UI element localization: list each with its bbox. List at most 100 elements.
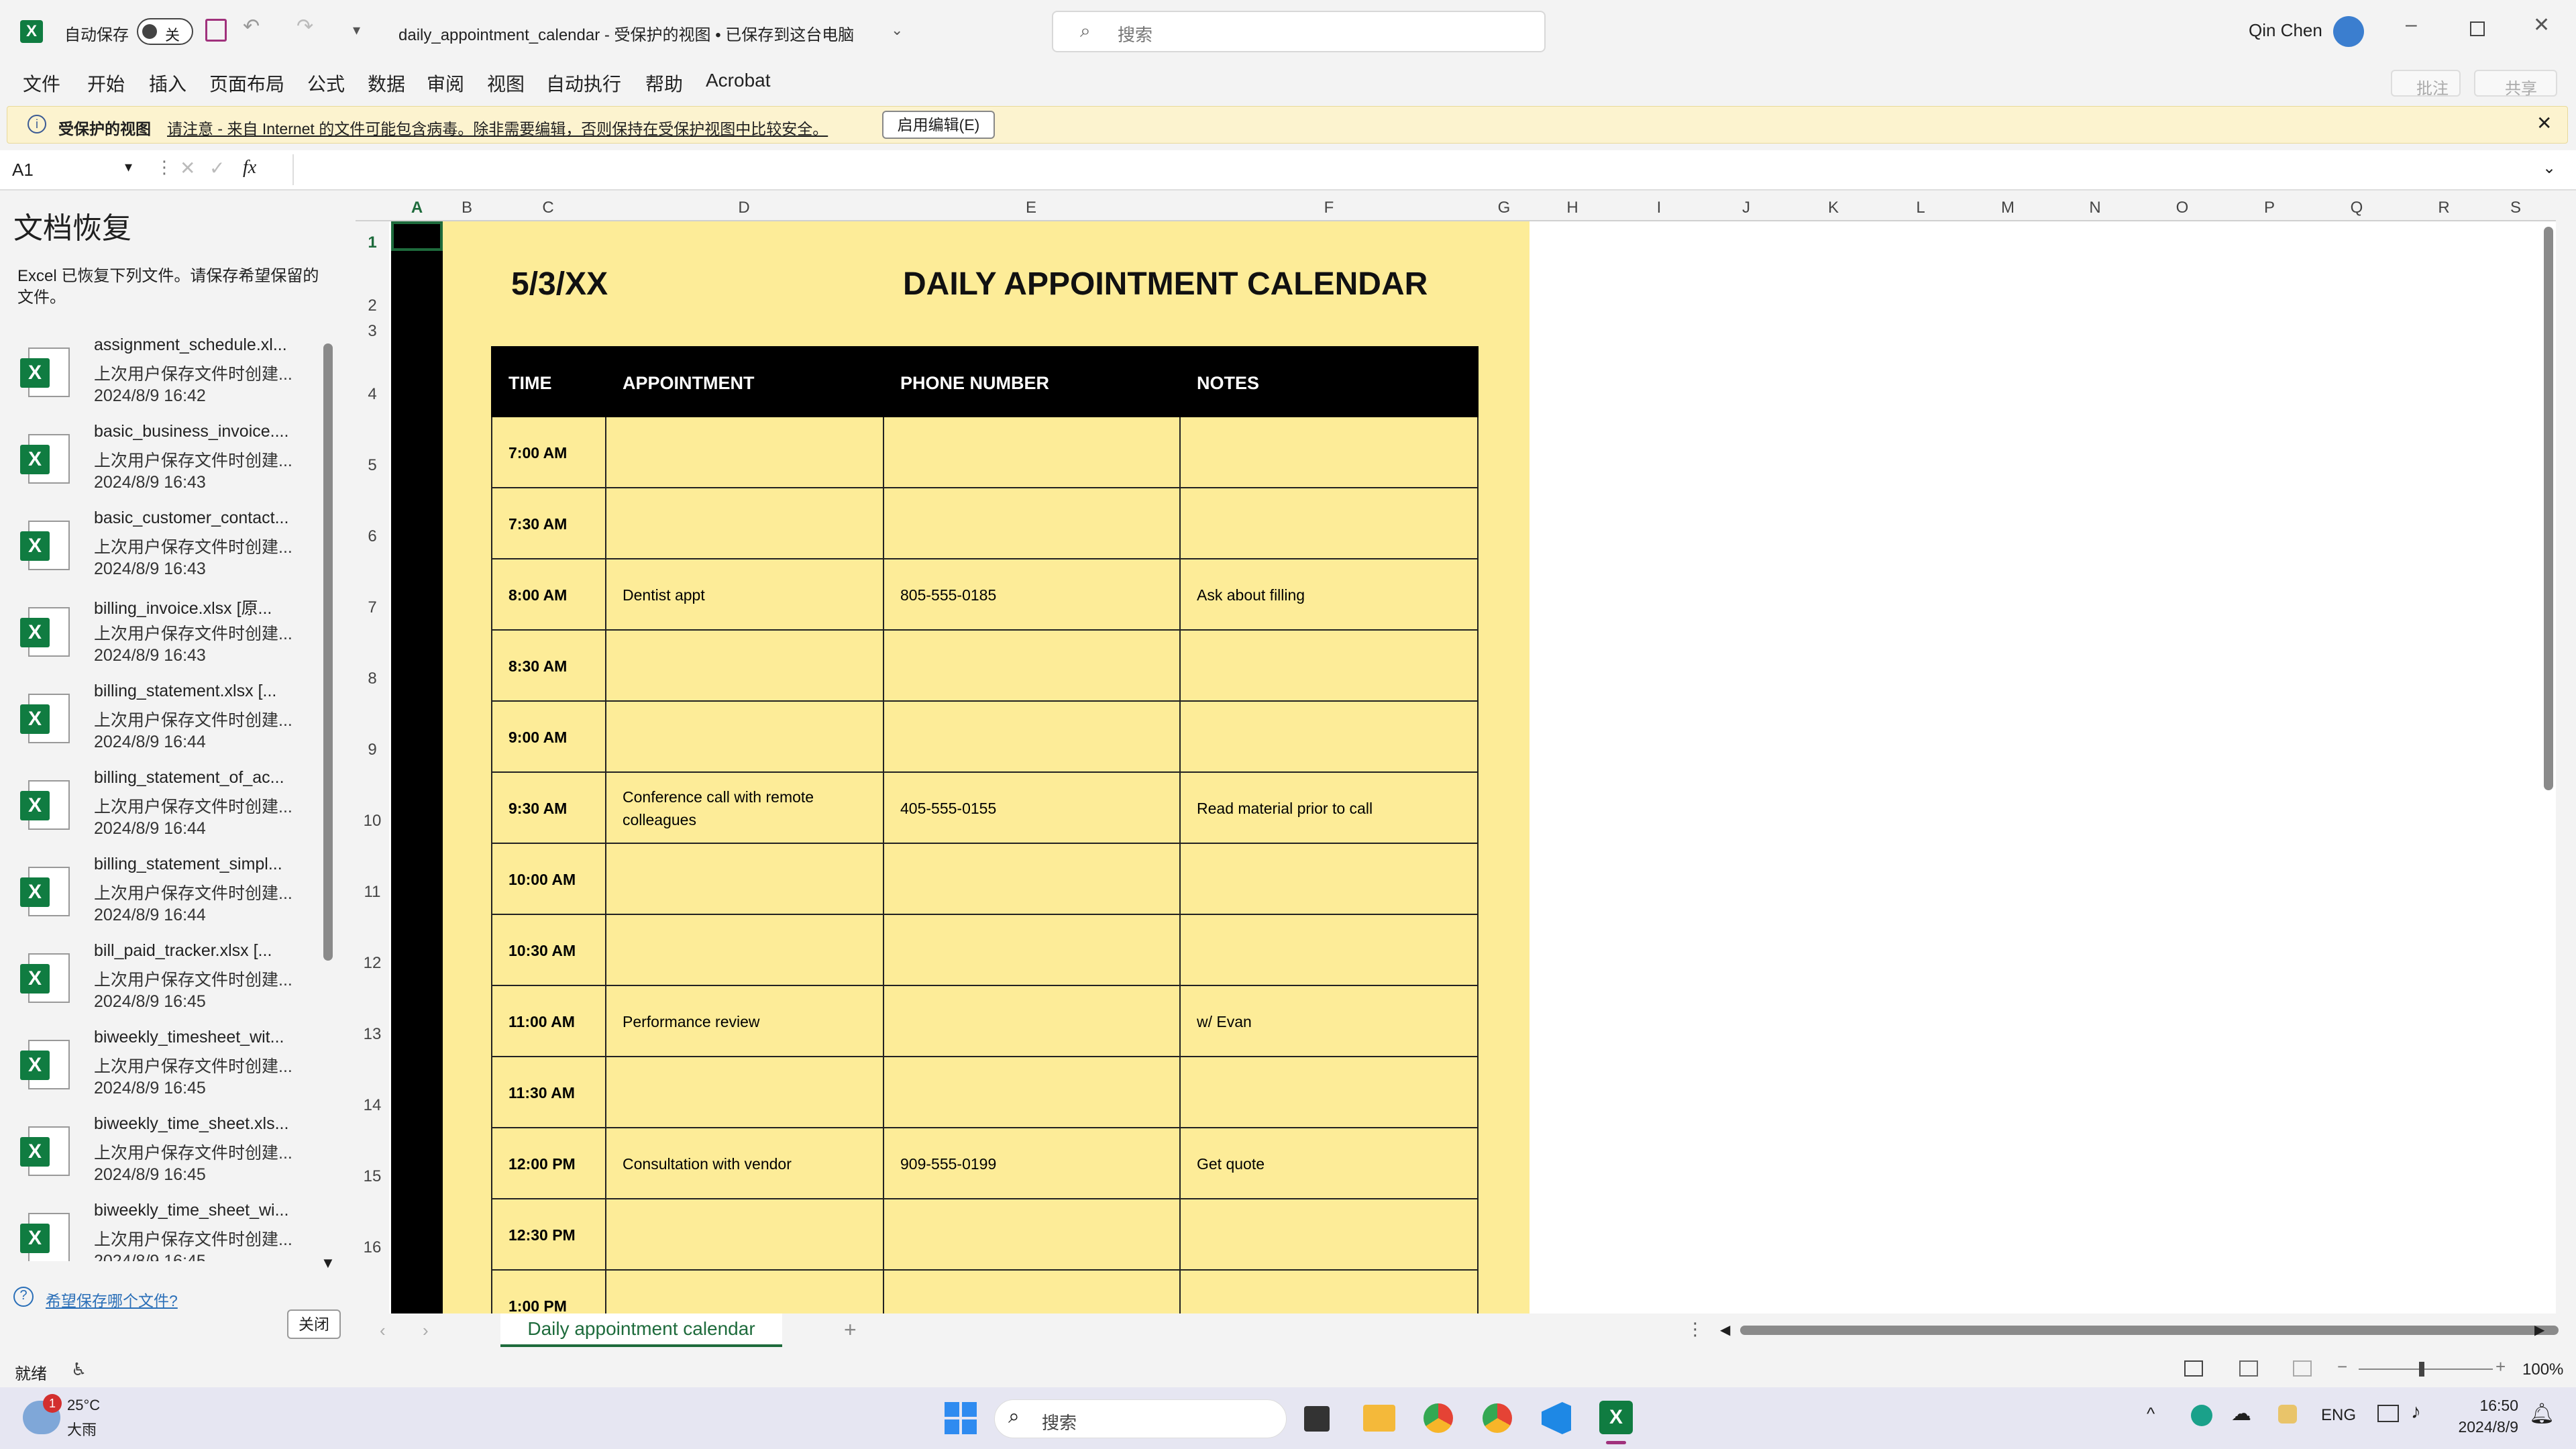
row-header[interactable]: 12 <box>356 954 389 973</box>
start-icon[interactable] <box>945 1402 977 1434</box>
enable-editing-button[interactable]: 启用编辑(E) <box>882 111 995 139</box>
cell-phone[interactable] <box>900 702 1170 773</box>
cell-notes[interactable] <box>1197 631 1469 702</box>
row-header[interactable]: 6 <box>356 527 389 546</box>
recovered-file-item[interactable]: Xbiweekly_timesheet_wit... 上次用户保存文件时创建...… <box>20 1028 315 1114</box>
file-explorer-icon[interactable] <box>1363 1405 1395 1432</box>
recovered-file-item[interactable]: Xbasic_business_invoice.... 上次用户保存文件时创建..… <box>20 422 315 508</box>
recovered-file-item[interactable]: Xbilling_statement_of_ac... 上次用户保存文件时创建..… <box>20 768 315 854</box>
menu-help[interactable]: 帮助 <box>645 70 683 97</box>
cell-notes[interactable] <box>1197 915 1469 986</box>
which-file-link[interactable]: 希望保存哪个文件? <box>46 1288 178 1311</box>
network-icon[interactable] <box>2377 1405 2399 1422</box>
cell-phone[interactable] <box>900 1057 1170 1128</box>
chrome-profile-icon[interactable] <box>1483 1403 1512 1433</box>
autosave-toggle[interactable]: 关 <box>137 18 193 45</box>
pane-scrollbar[interactable] <box>323 343 333 961</box>
row-header[interactable]: 7 <box>356 598 389 617</box>
horizontal-scrollbar[interactable] <box>1740 1326 2559 1335</box>
scroll-down-icon[interactable]: ▼ <box>321 1254 335 1272</box>
cancel-icon[interactable]: ✕ <box>180 157 195 179</box>
insert-function-icon[interactable]: fx <box>243 157 256 178</box>
expand-formula-bar-icon[interactable]: ⌄ <box>2542 158 2556 178</box>
recovered-file-item[interactable]: Xassignment_schedule.xl... 上次用户保存文件时创建...… <box>20 335 315 421</box>
cell-notes[interactable] <box>1197 1199 1469 1271</box>
row-header[interactable]: 10 <box>356 812 389 830</box>
cell-phone[interactable] <box>900 631 1170 702</box>
cell-appointment[interactable]: Conference call with remote colleagues <box>623 773 873 844</box>
volume-icon[interactable]: ♪ <box>2411 1401 2421 1424</box>
normal-view-icon[interactable] <box>2184 1360 2203 1377</box>
cell-appointment[interactable] <box>623 844 873 915</box>
column-header[interactable]: R <box>2400 199 2487 217</box>
cell-time[interactable]: 1:00 PM <box>508 1271 596 1313</box>
cell-appointment[interactable] <box>623 631 873 702</box>
cell-phone[interactable]: 805-555-0185 <box>900 559 1170 631</box>
cell-time[interactable]: 9:30 AM <box>508 773 596 844</box>
cell-time[interactable]: 12:00 PM <box>508 1128 596 1199</box>
taskbar-search[interactable]: ⌕ 搜索 <box>994 1399 1287 1438</box>
column-header[interactable]: E <box>883 199 1179 217</box>
cell-time[interactable]: 11:30 AM <box>508 1057 596 1128</box>
onedrive-icon[interactable]: ☁ <box>2231 1402 2251 1426</box>
column-header[interactable]: C <box>491 199 605 217</box>
cell-notes[interactable]: Read material prior to call <box>1197 773 1469 844</box>
banner-message[interactable]: 请注意 - 来自 Internet 的文件可能包含病毒。除非需要编辑，否则保持在… <box>167 116 828 139</box>
column-header[interactable]: K <box>1790 199 1877 217</box>
add-sheet-icon[interactable]: + <box>844 1318 857 1342</box>
recovered-file-item[interactable]: Xbilling_statement_simpl... 上次用户保存文件时创建..… <box>20 855 315 941</box>
tray-app-icon[interactable] <box>2278 1405 2297 1424</box>
column-header[interactable]: A <box>391 199 443 217</box>
recovered-file-item[interactable]: Xbilling_statement.xlsx [... 上次用户保存文件时创建.… <box>20 682 315 767</box>
cell-appointment[interactable]: Dentist appt <box>623 559 873 631</box>
column-header[interactable]: Q <box>2313 199 2400 217</box>
menu-acrobat[interactable]: Acrobat <box>706 70 771 91</box>
cell-phone[interactable]: 405-555-0155 <box>900 773 1170 844</box>
selected-cell-a1[interactable] <box>391 221 443 251</box>
title-chevron-down-icon[interactable]: ⌄ <box>891 21 903 39</box>
notification-bell-icon[interactable]: 🔔︎ <box>2529 1402 2555 1426</box>
column-header[interactable]: G <box>1479 199 1529 217</box>
page-layout-view-icon[interactable] <box>2239 1360 2258 1377</box>
undo-icon[interactable]: ↶ <box>243 15 260 38</box>
cell-time[interactable]: 12:30 PM <box>508 1199 596 1271</box>
menu-file[interactable]: 文件 <box>23 70 60 97</box>
row-header[interactable]: 3 <box>356 322 389 341</box>
customize-qat-icon[interactable]: ▾ <box>353 21 360 39</box>
cell-phone[interactable] <box>900 1199 1170 1271</box>
cell-phone[interactable] <box>900 488 1170 559</box>
zoom-slider-thumb[interactable] <box>2419 1362 2424 1377</box>
row-header[interactable]: 16 <box>356 1238 389 1257</box>
menu-page-layout[interactable]: 页面布局 <box>209 70 284 97</box>
vscode-icon[interactable] <box>1542 1402 1571 1434</box>
row-header[interactable]: 4 <box>356 385 389 404</box>
tray-overflow-icon[interactable]: ^ <box>2147 1403 2155 1424</box>
close-window-icon[interactable]: ✕ <box>2533 13 2550 37</box>
close-pane-button[interactable]: 关闭 <box>287 1309 341 1339</box>
tab-options-icon[interactable]: ⋮ <box>1686 1319 1704 1340</box>
row-header[interactable]: 11 <box>356 883 389 902</box>
column-header[interactable]: H <box>1529 199 1615 217</box>
name-box[interactable]: A1 <box>7 157 141 184</box>
sheet-tab-daily-appointment[interactable]: Daily appointment calendar <box>500 1313 782 1347</box>
clock-time[interactable]: 16:50 <box>2465 1397 2518 1415</box>
minimize-icon[interactable]: – <box>2406 13 2417 36</box>
cell-phone[interactable] <box>900 915 1170 986</box>
row-header[interactable]: 15 <box>356 1167 389 1186</box>
recovered-file-item[interactable]: Xbilling_invoice.xlsx [原... 上次用户保存文件时创建..… <box>20 595 315 681</box>
banner-close-icon[interactable]: ✕ <box>2536 112 2552 134</box>
scroll-left-icon[interactable]: ◀ <box>1720 1322 1730 1338</box>
column-header[interactable]: B <box>443 199 491 217</box>
calendar-title[interactable]: DAILY APPOINTMENT CALENDAR <box>903 266 1428 303</box>
column-header[interactable]: O <box>2139 199 2226 217</box>
cell-time[interactable]: 7:30 AM <box>508 488 596 559</box>
column-header[interactable]: L <box>1877 199 1964 217</box>
edge-tray-icon[interactable] <box>2191 1405 2212 1426</box>
cell-notes[interactable] <box>1197 1057 1469 1128</box>
redo-icon[interactable]: ↷ <box>297 15 313 38</box>
row-header[interactable]: 9 <box>356 741 389 759</box>
avatar[interactable] <box>2333 16 2364 47</box>
clock-date[interactable]: 2024/8/9 <box>2438 1418 2518 1436</box>
cell-appointment[interactable] <box>623 488 873 559</box>
cell-time[interactable]: 9:00 AM <box>508 702 596 773</box>
